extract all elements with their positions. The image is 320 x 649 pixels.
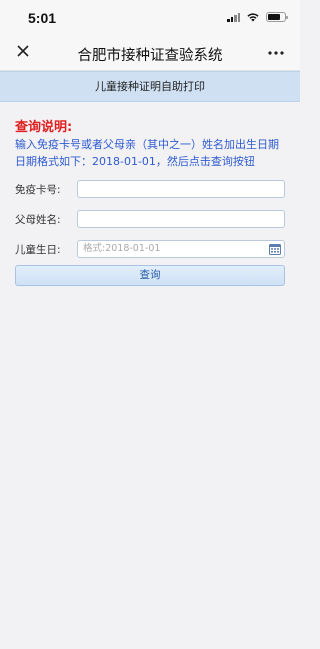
clock: 5:01 — [28, 10, 57, 26]
signal-icon — [227, 12, 240, 22]
page-title: 合肥市接种证查验系统 — [77, 48, 223, 64]
birth-date-input[interactable]: 格式:2018-01-01 — [77, 240, 285, 258]
notice-line-1: 输入免疫卡号或者父母亲（其中之一）姓名加出生日期 — [15, 138, 279, 151]
status-icons — [227, 12, 288, 22]
wifi-icon — [247, 13, 259, 22]
parent-name-input[interactable] — [77, 210, 285, 228]
notice-line-2: 日期格式如下：2018-01-01，然后点击查询按钮 — [15, 155, 255, 168]
calendar-icon[interactable] — [269, 243, 281, 255]
nav-bar: 合肥市接种证查验系统 — [0, 38, 300, 71]
birth-date-label: 儿童生日: — [15, 243, 61, 256]
birth-date-placeholder: 格式:2018-01-01 — [83, 243, 161, 254]
notice-title: 查询说明: — [15, 120, 73, 135]
card-number-row: 免疫卡号: — [15, 179, 285, 199]
main-content: 查询说明: 输入免疫卡号或者父母亲（其中之一）姓名加出生日期 日期格式如下：20… — [0, 116, 300, 286]
more-icon[interactable] — [266, 46, 286, 60]
battery-icon — [266, 12, 288, 22]
status-bar: 5:01 — [0, 0, 300, 38]
card-number-label: 免疫卡号: — [15, 183, 61, 196]
card-number-input[interactable] — [77, 180, 285, 198]
section-header: 儿童接种证明自助打印 — [0, 71, 300, 102]
query-button[interactable]: 查询 — [15, 265, 285, 286]
parent-name-row: 父母姓名: — [15, 209, 285, 229]
parent-name-label: 父母姓名: — [15, 213, 61, 226]
birth-date-row: 儿童生日: 格式:2018-01-01 — [15, 239, 285, 259]
